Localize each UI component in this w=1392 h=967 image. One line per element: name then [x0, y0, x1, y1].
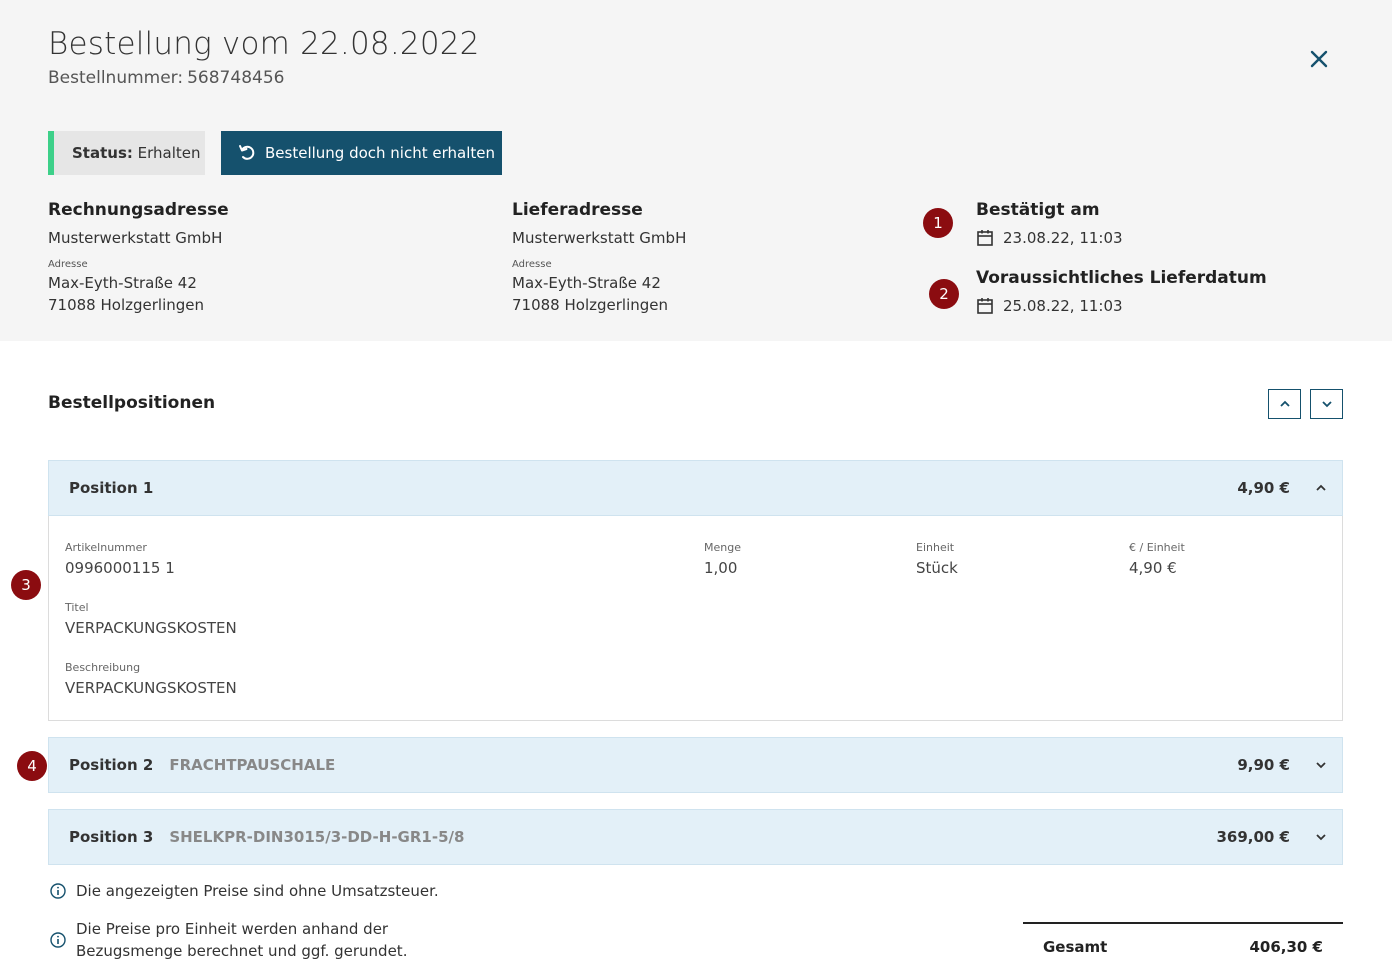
close-icon: [1310, 50, 1328, 68]
order-total: Gesamt 406,30 €: [1023, 922, 1343, 967]
undo-receipt-label: Bestellung doch nicht erhalten: [265, 144, 495, 162]
position-item: Position 1 4,90 € Artikelnummer 09960001…: [48, 460, 1343, 721]
delivery-heading: Voraussichtliches Lieferdatum: [976, 268, 1267, 288]
title-field: Titel VERPACKUNGSKOSTEN: [65, 601, 237, 637]
close-button[interactable]: [1306, 46, 1332, 72]
article-number-value: 0996000115 1: [65, 559, 175, 577]
collapse-all-button[interactable]: [1268, 389, 1301, 419]
billing-company: Musterwerkstatt GmbH: [48, 229, 223, 247]
position-header[interactable]: Position 1 4,90 €: [48, 460, 1343, 516]
status-value: Erhalten: [137, 144, 201, 162]
confirmed-date: 23.08.22, 11:03: [976, 229, 1267, 247]
rounding-note: Die Preise pro Einheit werden anhand der…: [50, 918, 407, 962]
shipping-address: Lieferadresse Musterwerkstatt GmbH Adres…: [512, 200, 812, 316]
position-price: 4,90 €: [1237, 479, 1290, 497]
unit-price-label: € / Einheit: [1129, 541, 1185, 554]
description-label: Beschreibung: [65, 661, 141, 674]
order-header: Bestellung vom 22.08.2022 Bestellnummer:…: [0, 0, 1392, 341]
undo-icon: [239, 145, 255, 160]
total-label: Gesamt: [1043, 938, 1108, 956]
vat-note: Die angezeigten Preise sind ohne Umsatzs…: [50, 880, 439, 902]
calendar-icon: [977, 230, 993, 246]
shipping-address-label: Adresse: [512, 259, 552, 270]
title-label: Titel: [65, 601, 89, 614]
order-dates: Bestätigt am 23.08.22, 11:03 Voraussicht…: [976, 200, 1267, 315]
annotation-marker-2: 2: [929, 279, 959, 309]
annotation-marker-1: 1: [923, 208, 953, 238]
unit-label: Einheit: [916, 541, 955, 554]
order-number-label: Bestellnummer:: [48, 68, 184, 88]
billing-street: Max-Eyth-Straße 42: [48, 274, 197, 292]
unit-price-value: 4,90 €: [1129, 559, 1177, 577]
billing-address-label: Adresse: [48, 259, 88, 270]
position-item: Position 2 FRACHTPAUSCHALE 9,90 €: [48, 737, 1343, 793]
status-badge: Status: Erhalten: [48, 131, 205, 175]
annotation-marker-4: 4: [17, 751, 47, 781]
quantity-field: Menge 1,00: [704, 541, 741, 577]
billing-address: Rechnungsadresse Musterwerkstatt GmbH Ad…: [48, 200, 348, 316]
section-title: Bestellpositionen: [48, 393, 216, 413]
expand-all-button[interactable]: [1310, 389, 1343, 419]
position-label: Position 2: [69, 756, 154, 774]
rounding-note-line-1: Die Preise pro Einheit werden anhand der: [76, 920, 389, 938]
description-value: VERPACKUNGSKOSTEN: [65, 679, 237, 697]
position-name: SHELKPR-DIN3015/3-DD-H-GR1-5/8: [169, 828, 465, 846]
shipping-company: Musterwerkstatt GmbH: [512, 229, 687, 247]
unit-value: Stück: [916, 559, 958, 577]
confirmed-heading: Bestätigt am: [976, 200, 1100, 220]
chevron-down-icon: [1321, 401, 1332, 408]
delivery-date: 25.08.22, 11:03: [976, 297, 1267, 315]
position-header[interactable]: Position 3 SHELKPR-DIN3015/3-DD-H-GR1-5/…: [48, 809, 1343, 865]
confirmed-date-value: 23.08.22, 11:03: [1003, 229, 1123, 247]
shipping-city: 71088 Holzgerlingen: [512, 296, 668, 314]
order-number: Bestellnummer: 568748456: [48, 68, 284, 88]
title-value: VERPACKUNGSKOSTEN: [65, 619, 237, 637]
chevron-up-icon: [1279, 400, 1290, 407]
position-name: FRACHTPAUSCHALE: [169, 756, 336, 774]
chevron-down-icon: [1316, 762, 1326, 769]
info-icon: [50, 932, 66, 948]
page-title: Bestellung vom 22.08.2022: [48, 26, 480, 62]
order-number-value: 568748456: [187, 68, 285, 88]
undo-receipt-button[interactable]: Bestellung doch nicht erhalten: [221, 131, 502, 175]
unit-field: Einheit Stück: [916, 541, 958, 577]
status-label: Status:: [72, 144, 133, 162]
shipping-heading: Lieferadresse: [512, 200, 643, 220]
article-number-field: Artikelnummer 0996000115 1: [65, 541, 175, 577]
position-header[interactable]: Position 2 FRACHTPAUSCHALE 9,90 €: [48, 737, 1343, 793]
billing-heading: Rechnungsadresse: [48, 200, 229, 220]
info-icon: [50, 883, 66, 899]
calendar-icon: [977, 298, 993, 314]
position-price: 9,90 €: [1237, 756, 1290, 774]
annotation-marker-3: 3: [11, 570, 41, 600]
description-field: Beschreibung VERPACKUNGSKOSTEN: [65, 661, 237, 697]
position-price: 369,00 €: [1216, 828, 1290, 846]
total-value: 406,30 €: [1249, 938, 1323, 956]
position-details: Artikelnummer 0996000115 1 Menge 1,00 Ei…: [48, 516, 1343, 721]
billing-city: 71088 Holzgerlingen: [48, 296, 204, 314]
position-label: Position 3: [69, 828, 154, 846]
chevron-down-icon: [1316, 834, 1326, 841]
article-number-label: Artikelnummer: [65, 541, 147, 554]
quantity-value: 1,00: [704, 559, 738, 577]
shipping-street: Max-Eyth-Straße 42: [512, 274, 661, 292]
rounding-note-line-2: Bezugsmenge berechnet und ggf. gerundet.: [76, 942, 408, 960]
unit-price-field: € / Einheit 4,90 €: [1129, 541, 1185, 577]
vat-note-text: Die angezeigten Preise sind ohne Umsatzs…: [76, 882, 439, 900]
quantity-label: Menge: [704, 541, 741, 554]
delivery-date-value: 25.08.22, 11:03: [1003, 297, 1123, 315]
position-label: Position 1: [69, 479, 154, 497]
position-item: Position 3 SHELKPR-DIN3015/3-DD-H-GR1-5/…: [48, 809, 1343, 865]
chevron-up-icon: [1316, 484, 1326, 491]
